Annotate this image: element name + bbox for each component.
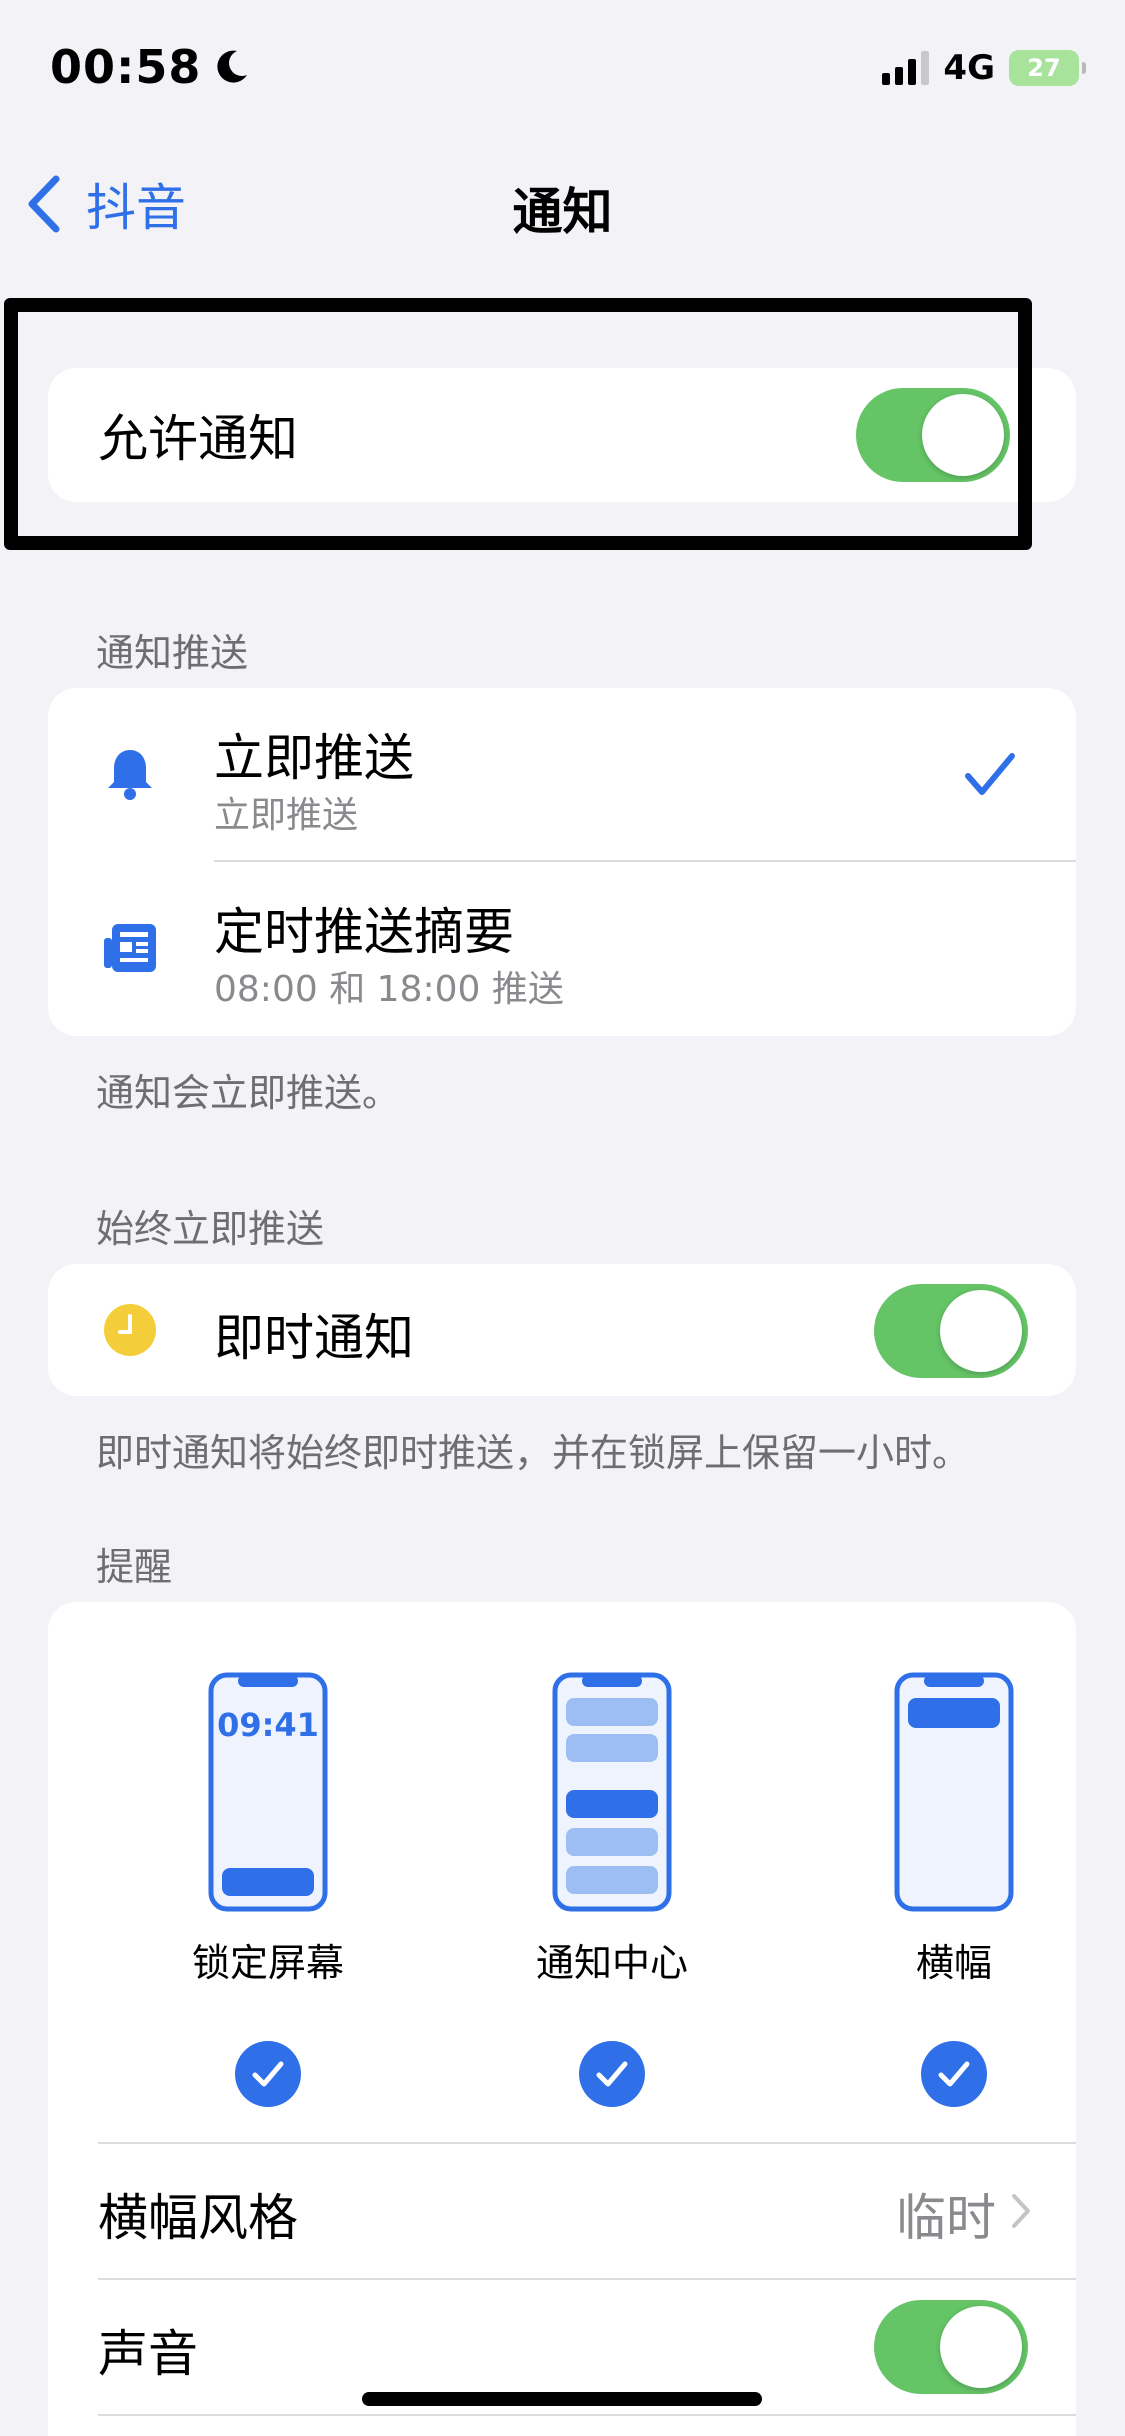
time-sensitive-footnote: 即时通知将始终即时推送，并在锁屏上保留一小时。: [96, 1431, 971, 1475]
banner-style-label: 横幅风格: [98, 2189, 298, 2247]
immediate-delivery-option[interactable]: 立即推送 立即推送: [48, 688, 1076, 862]
notification-center-preview-icon: [552, 1672, 672, 1912]
annotation-highlight-box: [4, 298, 1032, 550]
delivery-section-header: 通知推送: [96, 631, 249, 675]
lock-screen-option[interactable]: 09:41 锁定屏幕: [158, 1672, 378, 2107]
banner-style-value: 临时: [896, 2189, 996, 2247]
immediate-delivery-title: 立即推送: [214, 729, 414, 787]
checkmark-icon: [965, 753, 1015, 795]
scheduled-summary-subtitle: 08:00 和 18:00 推送: [214, 969, 564, 1010]
notification-center-checkbox[interactable]: [579, 2041, 645, 2107]
banner-label: 横幅: [915, 1941, 992, 1985]
clock-icon: [104, 1304, 156, 1356]
newspaper-icon: [104, 924, 156, 972]
clock-text: 00:58: [50, 40, 202, 94]
lock-screen-preview-time: 09:41: [217, 1706, 319, 1744]
notification-center-label: 通知中心: [535, 1941, 688, 1985]
cellular-signal-icon: [882, 51, 930, 85]
time-sensitive-card: 即时通知: [48, 1264, 1076, 1396]
banner-style-row[interactable]: 横幅风格 临时: [48, 2144, 1076, 2278]
alerts-card: 09:41 锁定屏幕 通知中心 横幅 横幅风格 临时 声音: [48, 1602, 1076, 2436]
status-indicators: 4G 27: [882, 48, 1086, 88]
sound-label: 声音: [98, 2325, 198, 2383]
home-indicator[interactable]: [362, 2392, 762, 2406]
checkmark-icon: [596, 2061, 628, 2087]
banner-option[interactable]: 横幅: [844, 1672, 1064, 2107]
page-title: 通知: [512, 183, 613, 241]
chevron-right-icon: [1012, 2194, 1030, 2228]
alerts-section-header: 提醒: [96, 1545, 173, 1589]
battery-icon: 27: [1009, 50, 1086, 86]
immediate-delivery-subtitle: 立即推送: [214, 795, 359, 836]
time-sensitive-toggle[interactable]: [874, 1284, 1028, 1378]
notification-center-option[interactable]: 通知中心: [502, 1672, 722, 2107]
navigation-bar: 抖音 通知: [0, 150, 1125, 250]
network-type: 4G: [943, 48, 995, 88]
status-bar: 00:58 4G 27: [0, 0, 1125, 140]
lock-screen-label: 锁定屏幕: [191, 1941, 344, 1985]
time-sensitive-label: 即时通知: [214, 1309, 414, 1367]
divider: [98, 2414, 1076, 2416]
scheduled-summary-title: 定时推送摘要: [214, 903, 514, 961]
bell-icon: [108, 750, 152, 800]
banner-checkbox[interactable]: [921, 2041, 987, 2107]
delivery-footnote: 通知会立即推送。: [96, 1071, 401, 1115]
moon-icon: [217, 50, 248, 83]
checkmark-icon: [252, 2061, 284, 2087]
always-section-header: 始终立即推送: [96, 1207, 325, 1251]
banner-preview-icon: [894, 1672, 1014, 1912]
lock-screen-checkbox[interactable]: [235, 2041, 301, 2107]
sound-toggle[interactable]: [874, 2300, 1028, 2394]
scheduled-summary-option[interactable]: 定时推送摘要 08:00 和 18:00 推送: [48, 862, 1076, 1036]
status-time: 00:58: [50, 40, 251, 94]
delivery-card: 立即推送 立即推送 定时推送摘要 08:00 和 18:00 推送: [48, 688, 1076, 1036]
checkmark-icon: [938, 2061, 970, 2087]
battery-level: 27: [1027, 54, 1061, 82]
